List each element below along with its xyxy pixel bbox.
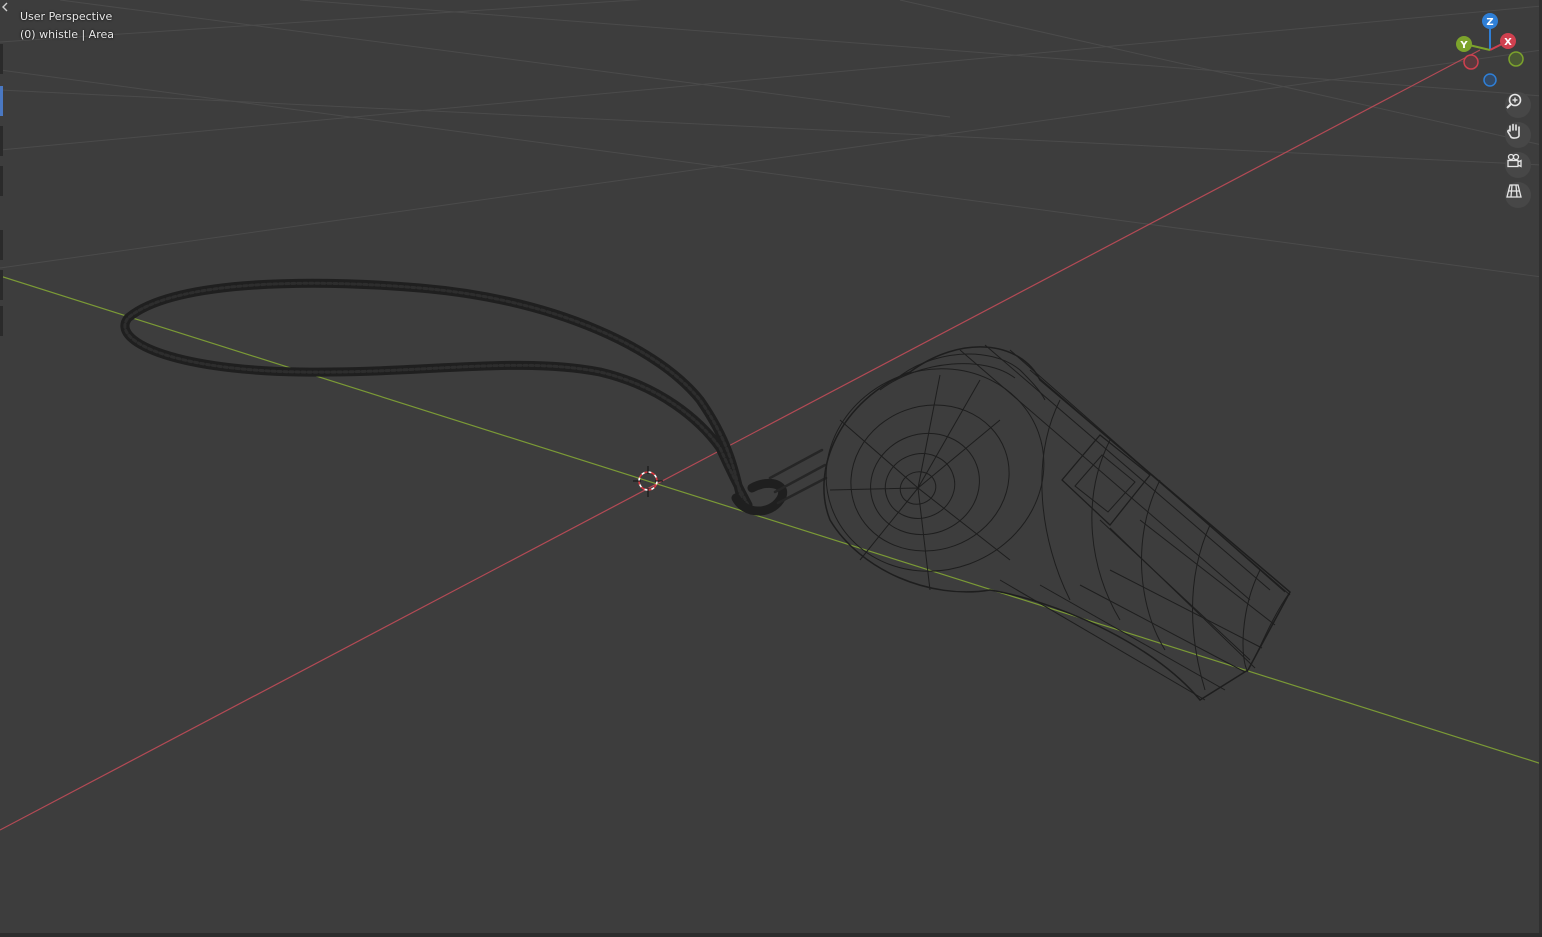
viewport-canvas: Z X Y xyxy=(0,0,1542,831)
camera-view-button[interactable] xyxy=(1505,152,1531,178)
object-info-label: (0) whistle | Area xyxy=(20,28,114,41)
ortho-toggle-button[interactable] xyxy=(1505,182,1531,208)
gizmo-neg-x-axis xyxy=(1463,54,1479,70)
x-axis-line xyxy=(0,49,1481,831)
toolbar-edge[interactable] xyxy=(0,306,3,336)
pan-button[interactable] xyxy=(1505,122,1531,148)
gizmo-neg-y-axis xyxy=(1508,51,1524,67)
floor-grid xyxy=(0,0,1542,278)
view-perspective-label: User Perspective xyxy=(20,10,113,23)
hand-pan-icon xyxy=(1507,123,1520,139)
zoom-icon xyxy=(1506,93,1522,109)
3d-viewport[interactable]: Z X Y User Perspective (0) whistle | Are… xyxy=(0,0,1542,937)
toolbar-edge-active[interactable] xyxy=(0,86,3,116)
chevron-left-icon[interactable] xyxy=(0,0,10,14)
y-axis-line xyxy=(0,275,1542,765)
whistle-wireframe xyxy=(823,344,1291,701)
gizmo-neg-z-axis xyxy=(1483,73,1497,87)
grid-ortho-icon xyxy=(1506,184,1522,198)
rope-lanyard xyxy=(120,278,828,516)
toolbar-edge[interactable] xyxy=(0,44,3,74)
navigation-gizmo[interactable]: Z X Y xyxy=(1456,13,1524,87)
gizmo-y-label: Y xyxy=(1459,40,1468,51)
camera-view-icon xyxy=(1507,153,1522,168)
gizmo-x-label: X xyxy=(1504,37,1512,48)
toolbar-edge[interactable] xyxy=(0,230,3,260)
toolbar-edge[interactable] xyxy=(0,126,3,156)
zoom-button[interactable] xyxy=(1505,92,1531,118)
region-border xyxy=(0,933,1542,937)
gizmo-z-label: Z xyxy=(1486,17,1493,28)
toolbar-edge[interactable] xyxy=(0,270,3,300)
toolbar-edge[interactable] xyxy=(0,166,3,196)
